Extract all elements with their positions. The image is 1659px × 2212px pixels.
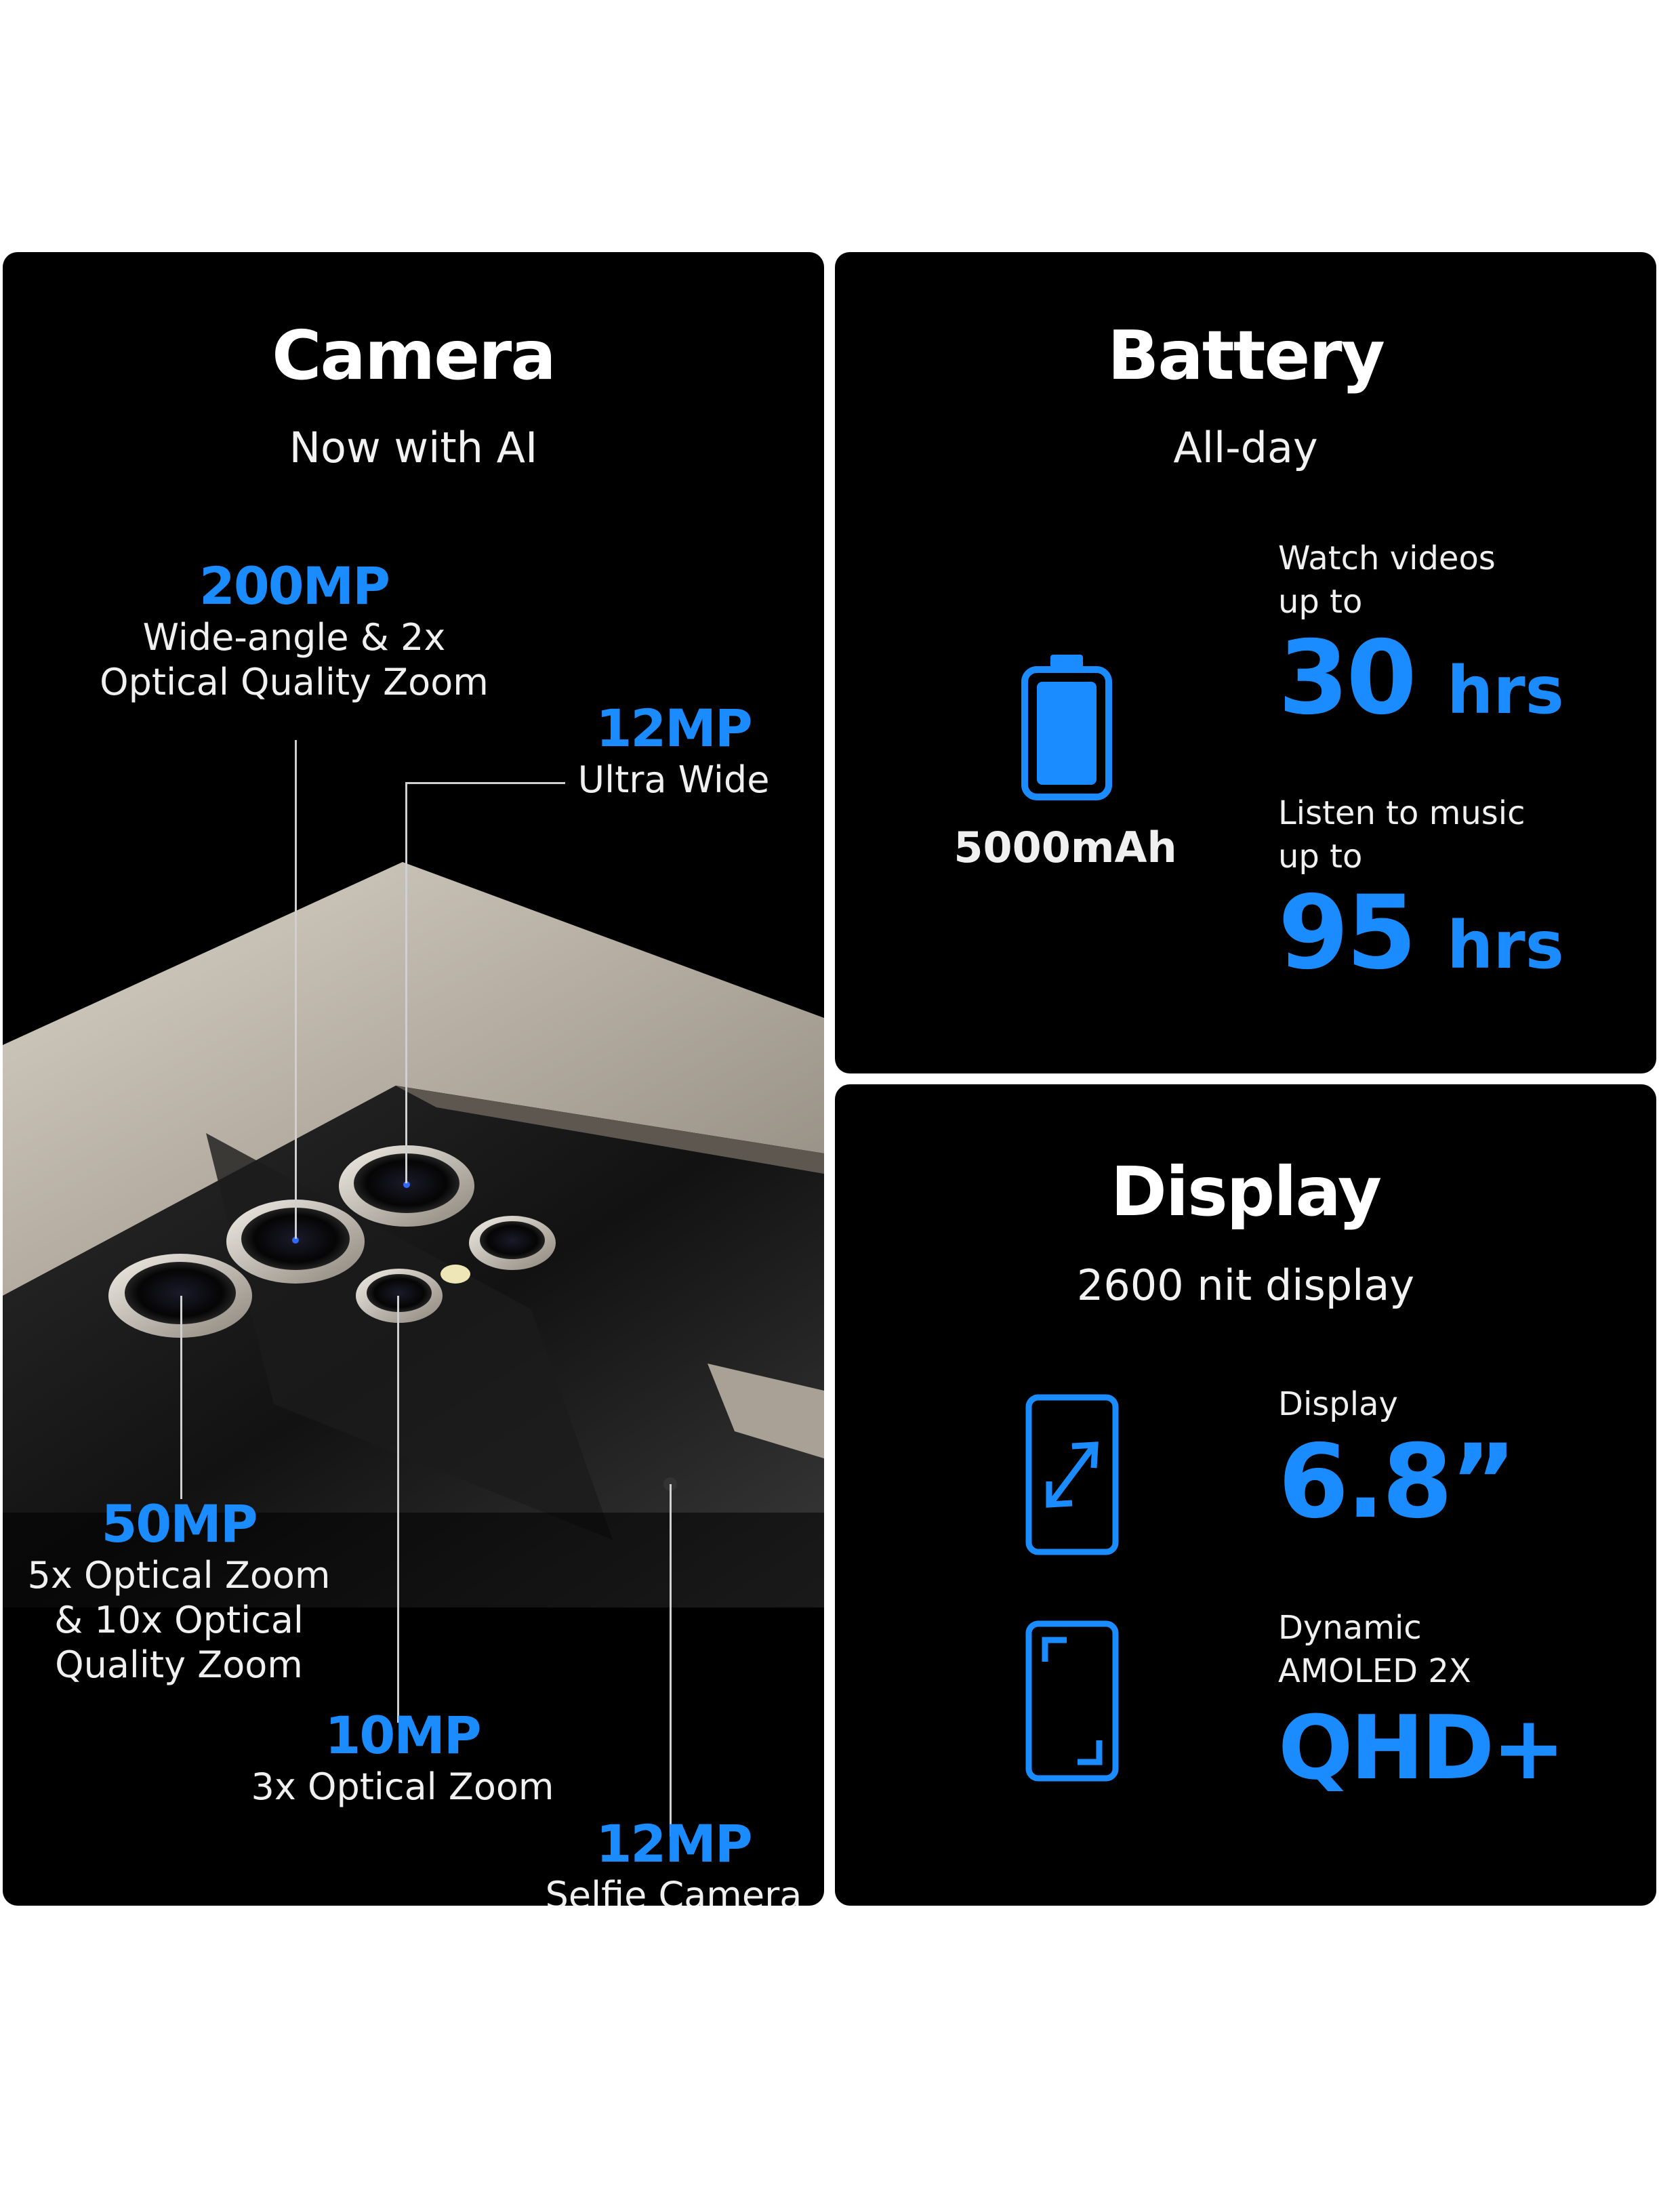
spec-selfie: 12MP Selfie Camera bbox=[525, 1815, 823, 1906]
spec-ultra-wide-value: 12MP bbox=[596, 698, 752, 758]
spec-50mp-desc-1: 5x Optical Zoom bbox=[27, 1554, 331, 1597]
music-hours-value: 95 bbox=[1278, 874, 1417, 992]
camera-subtitle: Now with AI bbox=[289, 423, 538, 472]
spec-10mp: 10MP 3x Optical Zoom bbox=[206, 1706, 599, 1809]
video-label-2: up to bbox=[1278, 583, 1363, 621]
spec-50mp-value: 50MP bbox=[101, 1494, 258, 1554]
spec-50mp-desc-3: Quality Zoom bbox=[55, 1643, 303, 1686]
music-label-1: Listen to music bbox=[1278, 794, 1525, 832]
phone-size-icon bbox=[1025, 1394, 1119, 1555]
music-block: Listen to music up to 95 hrs bbox=[1278, 792, 1644, 996]
display-subtitle: 2600 nit display bbox=[1076, 1261, 1415, 1310]
callout-line-200mp bbox=[295, 740, 297, 1239]
callout-line-selfie bbox=[670, 1484, 672, 1837]
spec-200mp-value: 200MP bbox=[199, 556, 390, 616]
spec-200mp-desc-2: Optical Quality Zoom bbox=[100, 661, 489, 703]
camera-panel: Camera Now with AI 200MP Wide-angle & 2x… bbox=[3, 252, 824, 1906]
panel-label-1: Dynamic bbox=[1278, 1609, 1422, 1647]
spec-200mp: 200MP Wide-angle & 2x Optical Quality Zo… bbox=[57, 557, 531, 705]
video-label-1: Watch videos bbox=[1278, 539, 1496, 577]
battery-icon bbox=[1021, 655, 1112, 800]
size-value: 6.8” bbox=[1278, 1423, 1517, 1541]
panel-block: Dynamic AMOLED 2X QHD+ bbox=[1278, 1606, 1651, 1799]
music-label-2: up to bbox=[1278, 838, 1363, 876]
panel-value: QHD+ bbox=[1278, 1696, 1565, 1799]
spec-200mp-desc-1: Wide-angle & 2x bbox=[142, 616, 446, 659]
video-hours-value: 30 bbox=[1278, 619, 1417, 737]
display-title: Display bbox=[1110, 1152, 1382, 1231]
spec-50mp-desc-2: & 10x Optical bbox=[54, 1599, 304, 1641]
video-hours: 30 hrs bbox=[1278, 628, 1644, 741]
size-block: Display 6.8” bbox=[1278, 1382, 1644, 1533]
video-hours-unit: hrs bbox=[1446, 653, 1564, 729]
spec-10mp-value: 10MP bbox=[325, 1705, 481, 1765]
music-hours-unit: hrs bbox=[1446, 907, 1564, 983]
spec-ultra-wide-desc: Ultra Wide bbox=[577, 758, 770, 801]
display-panel: Display 2600 nit display Display 6.8” Dy… bbox=[835, 1084, 1656, 1906]
battery-panel: Battery All-day 5000mAh Watch videos up … bbox=[835, 252, 1656, 1073]
battery-title: Battery bbox=[1107, 316, 1385, 395]
spec-selfie-value: 12MP bbox=[596, 1814, 752, 1874]
callout-line-10mp bbox=[397, 1296, 399, 1723]
panel-label-2: AMOLED 2X bbox=[1278, 1652, 1471, 1690]
callout-line-ultrawide-h bbox=[405, 782, 565, 784]
music-hours: 95 hrs bbox=[1278, 882, 1644, 996]
spec-ultra-wide: 12MP Ultra Wide bbox=[545, 699, 802, 802]
battery-capacity: 5000mAh bbox=[954, 823, 1177, 872]
spec-10mp-desc: 3x Optical Zoom bbox=[251, 1765, 554, 1808]
battery-subtitle: All-day bbox=[1173, 423, 1318, 472]
phone-panel-icon bbox=[1025, 1620, 1119, 1782]
callout-line-ultrawide bbox=[405, 782, 407, 1183]
camera-title: Camera bbox=[272, 316, 556, 395]
spec-selfie-desc: Selfie Camera bbox=[545, 1874, 802, 1906]
size-label: Display bbox=[1278, 1385, 1398, 1423]
video-block: Watch videos up to 30 hrs bbox=[1278, 537, 1644, 741]
spec-50mp: 50MP 5x Optical Zoom & 10x Optical Quali… bbox=[3, 1495, 355, 1687]
callout-line-50mp bbox=[180, 1296, 182, 1499]
